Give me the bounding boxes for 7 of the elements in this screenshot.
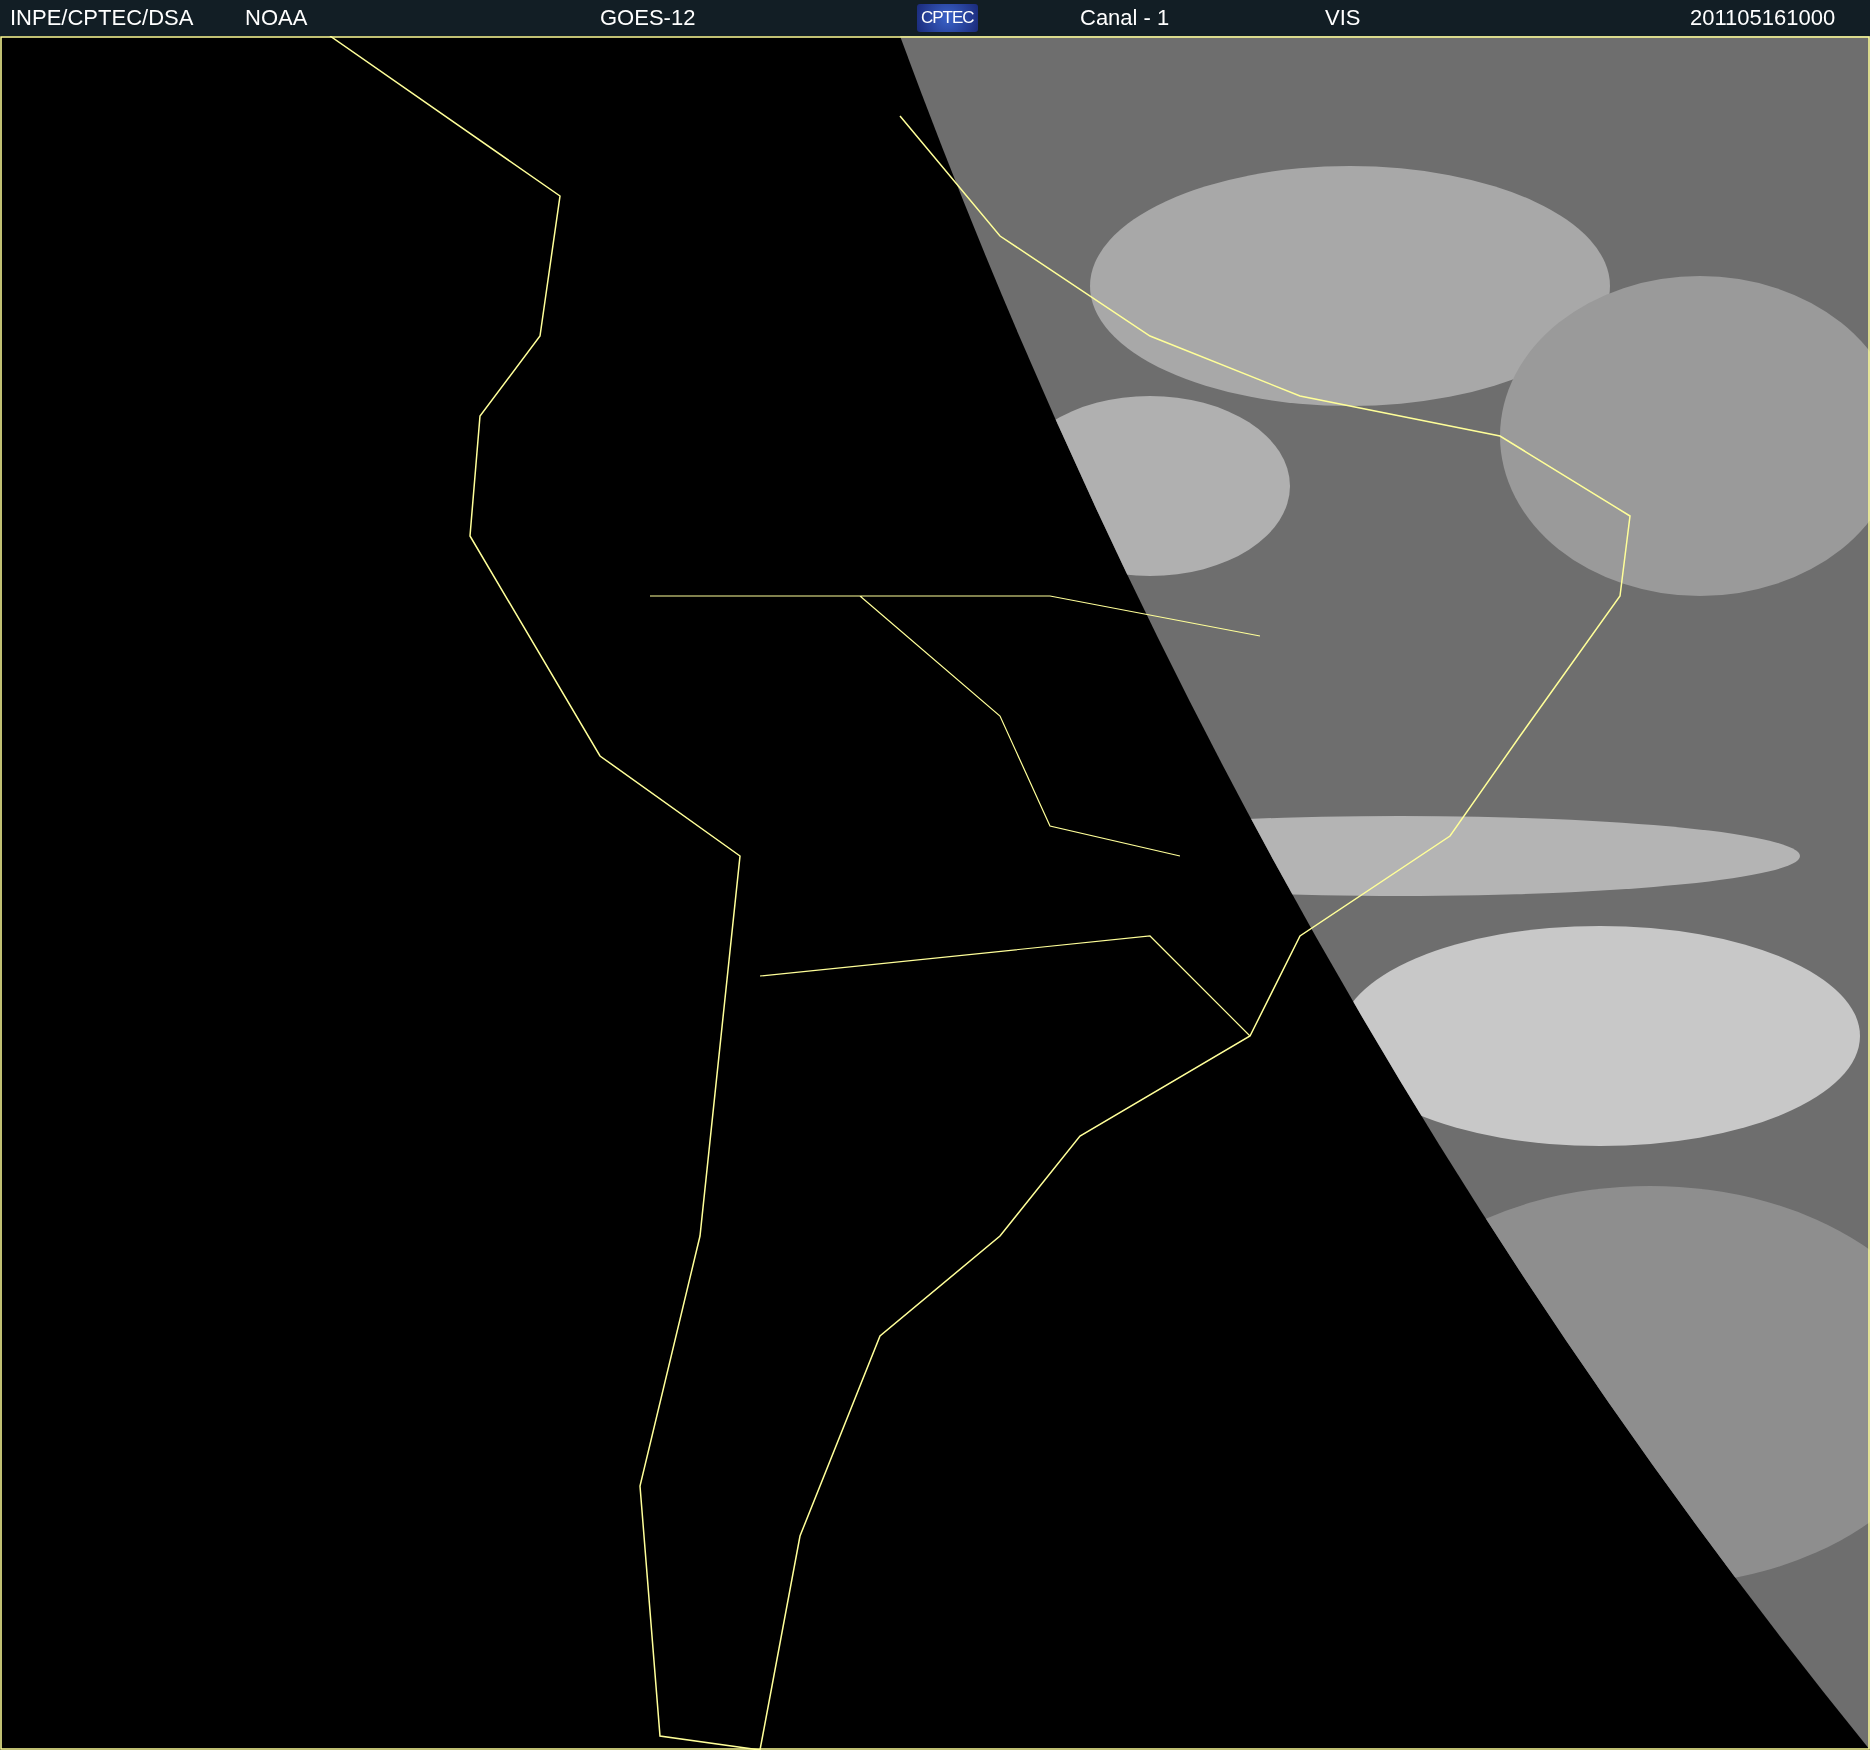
header-label: Canal - 1 [1080,5,1170,31]
logo: CPTEC [917,4,978,32]
header-label: 201105161000 [1690,5,1836,31]
header-label: NOAA [245,5,308,31]
header-label: INPE/CPTEC/DSA [10,5,194,31]
header-label: VIS [1325,5,1361,31]
header-label: GOES-12 [600,5,696,31]
